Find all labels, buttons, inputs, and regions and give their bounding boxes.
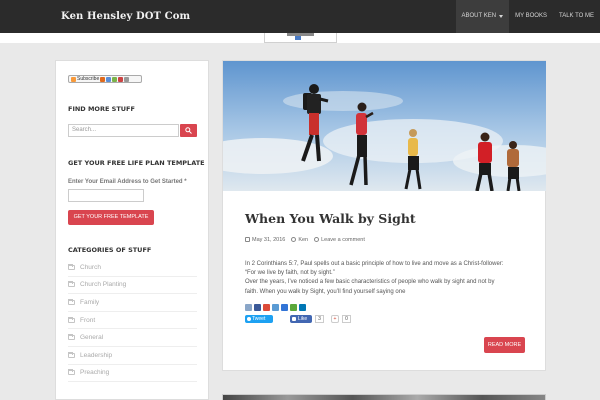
category-label: Leadership <box>80 351 113 359</box>
google-plus-button[interactable]: + <box>331 315 339 323</box>
post-author-text: Ken <box>298 237 309 243</box>
linkedin-icon[interactable] <box>299 304 306 311</box>
folder-icon <box>68 263 75 270</box>
get-template-button[interactable]: GET YOUR FREE TEMPLATE <box>68 210 154 225</box>
chevron-down-icon <box>499 15 504 18</box>
delicious-icon[interactable] <box>281 304 288 311</box>
top-widget[interactable] <box>264 33 337 43</box>
plus-count: 0 <box>342 315 351 323</box>
category-item[interactable]: Leadership <box>68 347 197 365</box>
reader-icon <box>118 76 124 82</box>
category-label: Front <box>80 316 96 324</box>
site-brand[interactable]: Ken Hensley DOT Com <box>61 11 190 22</box>
nav-item-label: ABOUT KEN <box>461 13 497 19</box>
hikers-photo <box>223 61 546 191</box>
nav-item-label: MY BOOKS <box>515 13 547 19</box>
email-icon[interactable] <box>272 304 279 311</box>
read-more-button[interactable]: READ MORE <box>484 337 525 353</box>
folder-icon <box>68 351 75 358</box>
feed-icon <box>100 76 106 82</box>
category-list: Church Church Planting Family Front Gene… <box>68 259 197 383</box>
email-field[interactable] <box>68 189 144 202</box>
category-item[interactable]: General <box>68 329 197 347</box>
post-featured-image[interactable] <box>223 61 546 191</box>
nav-item-my-books[interactable]: MY BOOKS <box>509 0 553 33</box>
excerpt-line: In 2 Corinthians 5:7, Paul spells out a … <box>245 261 504 267</box>
post-card: When You Walk by Sight May 31, 2016 Ken … <box>222 60 546 371</box>
search-icon <box>185 127 192 134</box>
search-button[interactable] <box>180 124 197 137</box>
category-label: General <box>80 334 104 342</box>
nav-item-about-ken[interactable]: ABOUT KEN <box>455 0 510 33</box>
post-excerpt: In 2 Corinthians 5:7, Paul spells out a … <box>245 260 530 297</box>
folder-icon <box>68 281 75 288</box>
post-comment-link[interactable]: Leave a comment <box>314 237 365 243</box>
post-comment-text: Leave a comment <box>321 237 365 243</box>
top-navbar: Ken Hensley DOT Com ABOUT KEN MY BOOKS T… <box>0 0 600 33</box>
facebook-like-button[interactable]: Like <box>290 315 312 323</box>
category-item[interactable]: Family <box>68 294 197 312</box>
excerpt-line: Over the years, I’ve noticed a few basic… <box>245 279 495 286</box>
sidebar: Subscribe FIND MORE STUFF Search... GET … <box>55 60 209 400</box>
share-icon[interactable] <box>245 304 252 311</box>
category-label: Family <box>80 298 100 306</box>
category-label: Preaching <box>80 369 110 377</box>
widget-title-find: FIND MORE STUFF <box>68 105 135 113</box>
rss-icon <box>71 76 76 82</box>
excerpt-line: “For we live by faith, not by sight.” <box>245 270 335 277</box>
stumble-icon[interactable] <box>290 304 297 311</box>
folder-icon <box>68 369 75 376</box>
nav-item-label: TALK TO ME <box>558 13 594 19</box>
search-input[interactable]: Search... <box>68 124 179 137</box>
post-author[interactable]: Ken <box>291 237 308 243</box>
like-count: 3 <box>315 315 324 323</box>
folder-icon <box>68 298 75 305</box>
post-title[interactable]: When You Walk by Sight <box>245 211 416 226</box>
social-buttons: Tweet Like 3 + 0 <box>245 315 351 323</box>
widget-icon <box>295 36 301 40</box>
tweet-button[interactable]: Tweet <box>245 315 273 323</box>
category-label: Church <box>80 263 101 271</box>
widget-title-categories: CATEGORIES OF STUFF <box>68 246 152 254</box>
post-date-text: May 31, 2016 <box>252 237 286 243</box>
subscribe-label: Subscribe <box>77 75 100 82</box>
comment-icon <box>314 237 320 242</box>
more-icon <box>124 76 130 82</box>
excerpt-line: faith. When you walk by Sight, you’ll fi… <box>245 288 406 295</box>
google-plus-icon[interactable] <box>263 304 270 311</box>
facebook-icon[interactable] <box>254 304 261 311</box>
folder-icon <box>68 316 75 323</box>
category-label: Church Planting <box>80 281 127 289</box>
next-post-image[interactable] <box>222 394 546 400</box>
email-label: Enter Your Email Address to Get Started … <box>68 179 187 185</box>
reader-icon <box>112 76 118 82</box>
main-nav: ABOUT KEN MY BOOKS TALK TO ME <box>455 0 600 33</box>
nav-item-talk-to-me[interactable]: TALK TO ME <box>553 0 600 33</box>
category-item[interactable]: Front <box>68 312 197 330</box>
post-date[interactable]: May 31, 2016 <box>245 237 285 243</box>
widget-title-life-plan: GET YOUR FREE LIFE PLAN TEMPLATE <box>68 159 205 167</box>
category-item[interactable]: Preaching <box>68 365 197 383</box>
reader-icon <box>106 76 112 82</box>
user-icon <box>291 237 297 242</box>
subscribe-button[interactable]: Subscribe <box>68 75 142 83</box>
category-item[interactable]: Church <box>68 259 197 277</box>
share-icons <box>245 304 306 311</box>
folder-icon <box>68 334 75 341</box>
category-item[interactable]: Church Planting <box>68 277 197 295</box>
post-meta: May 31, 2016 Ken Leave a comment <box>245 237 365 243</box>
calendar-icon <box>245 237 250 242</box>
